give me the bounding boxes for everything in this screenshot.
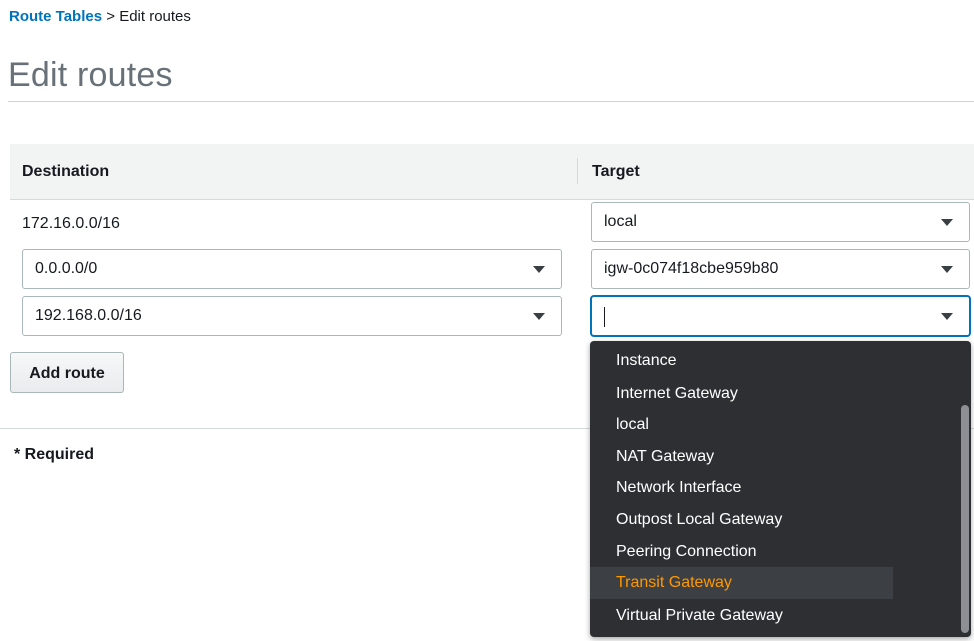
breadcrumb-route-tables-link[interactable]: Route Tables	[9, 8, 102, 25]
column-header-destination: Destination	[22, 163, 110, 180]
dropdown-option-local[interactable]: local	[590, 409, 893, 441]
text-cursor	[604, 307, 605, 327]
caret-down-icon	[941, 313, 953, 320]
dropdown-scrollbar[interactable]	[961, 405, 969, 633]
destination-select[interactable]: 0.0.0.0/0	[22, 249, 562, 289]
breadcrumb: Route Tables > Edit routes	[9, 8, 191, 25]
target-select[interactable]: igw-0c074f18cbe959b80	[591, 249, 970, 289]
destination-select[interactable]: 192.168.0.0/16	[22, 296, 562, 336]
dropdown-option-instance[interactable]: Instance	[590, 345, 893, 377]
table-row: 192.168.0.0/16	[10, 292, 974, 338]
caret-down-icon	[533, 266, 545, 273]
dropdown-option-transit-gateway[interactable]: Transit Gateway	[590, 567, 893, 599]
caret-down-icon	[941, 219, 953, 226]
column-separator	[577, 158, 578, 184]
breadcrumb-separator: >	[102, 8, 120, 25]
required-note: * Required	[14, 446, 95, 463]
dropdown-option-internet-gateway[interactable]: Internet Gateway	[590, 378, 893, 410]
breadcrumb-current: Edit routes	[119, 8, 191, 25]
target-select-value: igw-0c074f18cbe959b80	[604, 260, 779, 277]
target-dropdown-menu[interactable]: Instance Internet Gateway local NAT Gate…	[590, 341, 971, 637]
table-row: 0.0.0.0/0 igw-0c074f18cbe959b80	[10, 246, 974, 292]
dropdown-option-network-interface[interactable]: Network Interface	[590, 472, 893, 504]
edit-routes-page: Route Tables > Edit routes Edit routes D…	[0, 0, 974, 641]
column-header-target: Target	[592, 163, 640, 180]
dropdown-option-outpost-local-gateway[interactable]: Outpost Local Gateway	[590, 504, 893, 536]
destination-select-value: 192.168.0.0/16	[35, 307, 142, 324]
dropdown-option-peering-connection[interactable]: Peering Connection	[590, 536, 893, 568]
caret-down-icon	[533, 313, 545, 320]
title-divider	[8, 101, 974, 102]
dropdown-option-nat-gateway[interactable]: NAT Gateway	[590, 441, 893, 473]
page-title: Edit routes	[8, 56, 173, 94]
table-row: 172.16.0.0/16 local	[10, 200, 974, 246]
add-route-button[interactable]: Add route	[10, 352, 124, 393]
destination-static-value: 172.16.0.0/16	[22, 215, 120, 232]
caret-down-icon	[941, 266, 953, 273]
target-select-active[interactable]	[591, 296, 970, 336]
target-select-value: local	[604, 213, 637, 230]
routes-table-header: Destination Target	[10, 144, 974, 200]
destination-select-value: 0.0.0.0/0	[35, 260, 98, 277]
target-select[interactable]: local	[591, 202, 970, 242]
dropdown-option-virtual-private-gateway[interactable]: Virtual Private Gateway	[590, 600, 893, 632]
